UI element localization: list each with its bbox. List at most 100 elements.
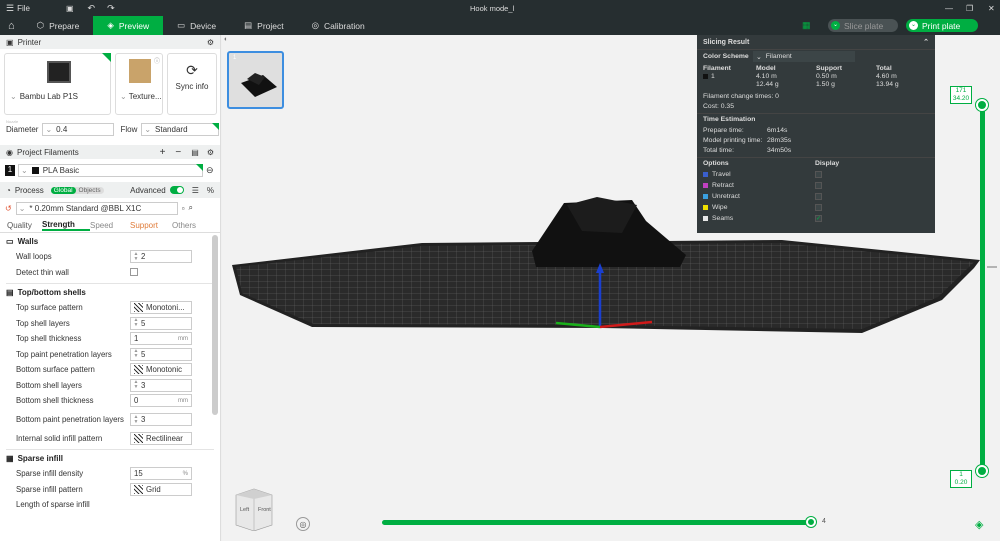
detect-thin-wall-label: Detect thin wall <box>16 267 69 277</box>
filament-id: 1 <box>711 73 715 80</box>
density-input[interactable]: 15% <box>130 467 192 481</box>
percent-icon[interactable]: % <box>207 186 214 195</box>
reset-icon[interactable]: ↺ <box>5 204 12 213</box>
add-icon[interactable]: + <box>160 147 166 158</box>
minimize-icon[interactable]: — <box>945 4 953 13</box>
layer-slider-track[interactable] <box>980 105 985 471</box>
top-pattern-select[interactable]: Monotoni... <box>130 301 192 315</box>
settings-panel: ▣ Printer ⚙ ⌄ Bambu Lab P1S ⓘ ⌄ Texture...… <box>0 35 221 541</box>
internal-pattern-select[interactable]: Rectilinear <box>130 431 192 445</box>
seams-checkbox[interactable]: ✓ <box>815 215 822 222</box>
filament-select[interactable]: ⌄ PLA Basic <box>18 163 203 177</box>
close-icon[interactable]: ✕ <box>988 4 995 13</box>
detect-thin-wall-checkbox[interactable] <box>130 268 138 277</box>
sparse-pattern-select[interactable]: Grid <box>130 482 192 496</box>
top-paint-input[interactable]: ▲ ▼ 5 <box>130 347 192 361</box>
chevron-down-icon: ⌄ <box>144 124 152 134</box>
dropdown-icon: ⌄ <box>909 21 918 30</box>
selected-corner-icon <box>102 53 111 62</box>
print-plate-button[interactable]: ⌄ Print plate <box>906 19 978 32</box>
bottom-layers-input[interactable]: ▲ ▼ 3 <box>130 378 192 392</box>
view-cube[interactable]: Left Front <box>232 485 278 532</box>
bottom-paint-input[interactable]: ▲ ▼ 3 <box>130 413 192 426</box>
moves-slider[interactable] <box>382 520 814 525</box>
tab-others[interactable]: Others <box>172 221 196 230</box>
settings-gear-icon[interactable]: ⚙ <box>207 148 214 157</box>
document-icon: ▤ <box>244 20 253 30</box>
tab-project[interactable]: ▤ Project <box>230 16 298 35</box>
bottom-thickness-input[interactable]: 0 mm <box>130 394 192 408</box>
wipe-checkbox[interactable] <box>815 204 822 211</box>
prepare-time-value: 6m14s <box>767 126 788 134</box>
chevron-down-icon: ⌄ <box>45 124 53 134</box>
density-value: 15 <box>134 469 143 479</box>
home-button[interactable]: ⌂ <box>0 16 23 35</box>
infill-icon: ▦ <box>6 453 14 463</box>
tab-strength[interactable]: Strength <box>42 220 90 231</box>
option-unretract-label-wrap: Unretract <box>703 193 815 200</box>
moves-slider-thumb[interactable] <box>806 517 816 527</box>
title-bar: ☰ File ▣ ↶ ↷ Hook mode_l — ❐ ✕ <box>0 0 1000 16</box>
filament-change-times: Filament change times: 0 <box>703 92 779 100</box>
global-objects-toggle[interactable]: Global Objects <box>50 186 104 194</box>
tab-device[interactable]: ▭ Device <box>163 16 230 35</box>
global-tab[interactable]: Global <box>50 186 76 194</box>
slice-plate-button[interactable]: ⌄ Slice plate <box>828 19 898 32</box>
tab-speed[interactable]: Speed <box>90 221 130 230</box>
sheet-icon[interactable]: ▦ <box>802 20 811 31</box>
color-scheme-select[interactable]: ⌄ Filament <box>753 51 855 62</box>
focus-icon[interactable]: ◎ <box>296 517 310 531</box>
file-menu[interactable]: ☰ File <box>0 3 36 14</box>
tab-preview[interactable]: ◈ Preview <box>93 16 164 35</box>
internal-pattern-row: Internal solid infill pattern Rectilinear <box>0 431 220 447</box>
tab-calibration[interactable]: ◎ Calibration <box>298 16 379 35</box>
top-layers-value: 5 <box>141 318 146 328</box>
printer-card[interactable]: ⌄ Bambu Lab P1S <box>4 53 111 115</box>
save-icon[interactable]: ▣ <box>66 4 74 13</box>
remove-circle-icon[interactable]: ⊖ <box>206 165 214 176</box>
travel-swatch <box>703 171 708 177</box>
tab-support[interactable]: Support <box>130 221 172 230</box>
view-cube-left[interactable]: Left <box>240 507 249 513</box>
option-unretract: Unretract <box>697 191 935 202</box>
layer-stack-icon[interactable]: ◈ <box>975 518 983 531</box>
top-thickness-input[interactable]: 1 mm <box>130 332 192 346</box>
tab-prepare[interactable]: ⬡ Prepare <box>23 16 94 35</box>
chevron-down-icon: ⌄ <box>18 203 26 213</box>
plate-type-card[interactable]: ⓘ ⌄ Texture... <box>115 53 163 115</box>
layer-top-thumb[interactable] <box>976 99 988 111</box>
layer-bottom-thumb[interactable] <box>976 465 988 477</box>
save-preset-icon[interactable]: ▫ <box>182 204 185 213</box>
redo-icon[interactable]: ↷ <box>107 3 115 14</box>
sync-info-button[interactable]: ⟳ Sync info <box>167 53 217 115</box>
info-icon[interactable]: ⓘ <box>154 56 160 65</box>
sparse-pattern-value: Grid <box>146 484 161 494</box>
retract-checkbox[interactable] <box>815 182 822 189</box>
wall-loops-input[interactable]: ▲ ▼ 2 <box>130 250 192 264</box>
travel-checkbox[interactable] <box>815 171 822 178</box>
process-preset-select[interactable]: ⌄ * 0.20mm Standard @BBL X1C <box>15 201 178 215</box>
swap-icon[interactable]: ▤ <box>191 148 199 157</box>
view-cube-front[interactable]: Front <box>258 507 271 513</box>
undo-icon[interactable]: ↶ <box>88 3 96 14</box>
bottom-pattern-select[interactable]: Monotonic <box>130 363 192 377</box>
filament-row: 1 ⌄ PLA Basic ⊖ <box>0 159 220 181</box>
collapse-icon[interactable]: ⌃ <box>923 38 929 46</box>
display-label: Display <box>815 160 840 167</box>
top-layers-input[interactable]: ▲ ▼ 5 <box>130 316 192 330</box>
remove-icon[interactable]: − <box>175 147 181 158</box>
settings-gear-icon[interactable]: ⚙ <box>207 38 214 47</box>
settings-scrollbar[interactable] <box>212 235 218 415</box>
diameter-select[interactable]: ⌄ 0.4 <box>42 122 115 136</box>
objects-tab[interactable]: Objects <box>76 187 104 194</box>
bottom-paint-row: Bottom paint penetration layers ▲ ▼ 3 <box>0 409 220 431</box>
diameter-value: 0.4 <box>56 124 68 134</box>
advanced-toggle[interactable] <box>169 186 184 194</box>
filament-table-header: Filament Model Support Total <box>697 63 935 73</box>
list-icon[interactable]: ☰ <box>192 186 199 195</box>
search-icon[interactable]: ⌕ <box>189 203 193 213</box>
restore-icon[interactable]: ❐ <box>966 4 973 13</box>
tab-quality[interactable]: Quality <box>7 221 42 230</box>
flow-select[interactable]: ⌄ Standard <box>141 122 220 136</box>
unretract-checkbox[interactable] <box>815 193 822 200</box>
